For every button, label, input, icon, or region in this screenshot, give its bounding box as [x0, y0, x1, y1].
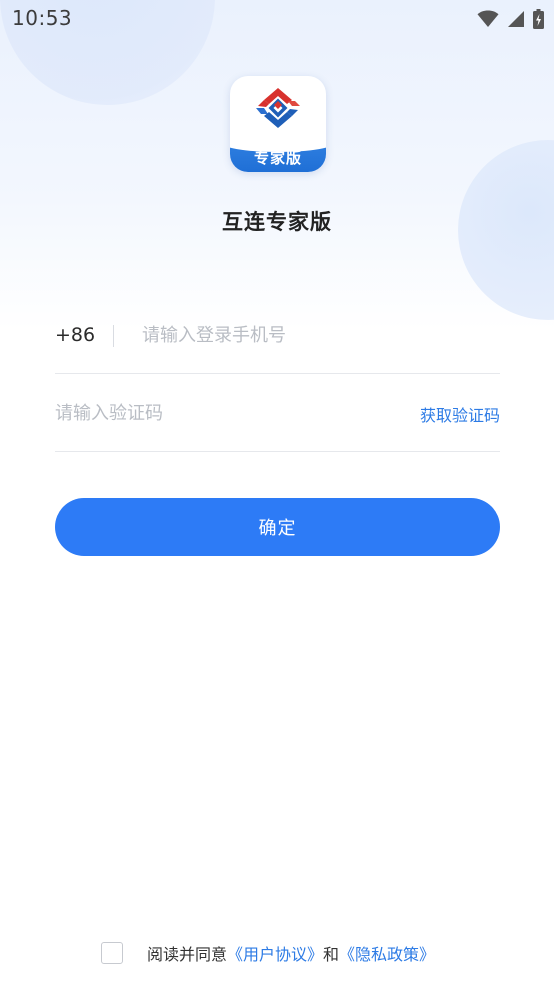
- app-name: 互连专家版: [222, 210, 332, 234]
- battery-charging-icon: [533, 9, 544, 33]
- phone-row: +86: [55, 298, 500, 374]
- app-logo: 专家版: [230, 76, 326, 172]
- verification-code-row: 获取验证码: [55, 376, 500, 452]
- agreement-conjunction: 和: [323, 945, 340, 964]
- app-icon-badge: 专家版: [230, 132, 326, 172]
- divider: [113, 325, 114, 347]
- app-icon-badge-label: 专家版: [253, 148, 302, 167]
- phone-input[interactable]: [142, 318, 497, 352]
- interconnect-logo-icon: [252, 84, 304, 138]
- verification-code-input[interactable]: [55, 396, 385, 430]
- status-bar: 10:53: [0, 0, 554, 38]
- agreement-checkbox[interactable]: [101, 942, 123, 964]
- privacy-policy-link[interactable]: 《隐私政策》: [339, 941, 435, 965]
- wifi-icon: [477, 10, 499, 32]
- get-code-button[interactable]: 获取验证码: [420, 402, 500, 426]
- confirm-button[interactable]: 确定: [55, 498, 500, 556]
- cellular-signal-icon: [507, 10, 525, 32]
- status-time: 10:53: [12, 6, 73, 30]
- agreement: 阅读并同意 《用户协议》 和 《隐私政策》: [101, 941, 435, 965]
- agreement-prefix: 阅读并同意: [147, 945, 228, 964]
- country-code[interactable]: +86: [55, 324, 95, 346]
- user-agreement-link[interactable]: 《用户协议》: [227, 941, 323, 965]
- status-icons: [477, 9, 544, 33]
- confirm-button-label: 确定: [258, 518, 297, 539]
